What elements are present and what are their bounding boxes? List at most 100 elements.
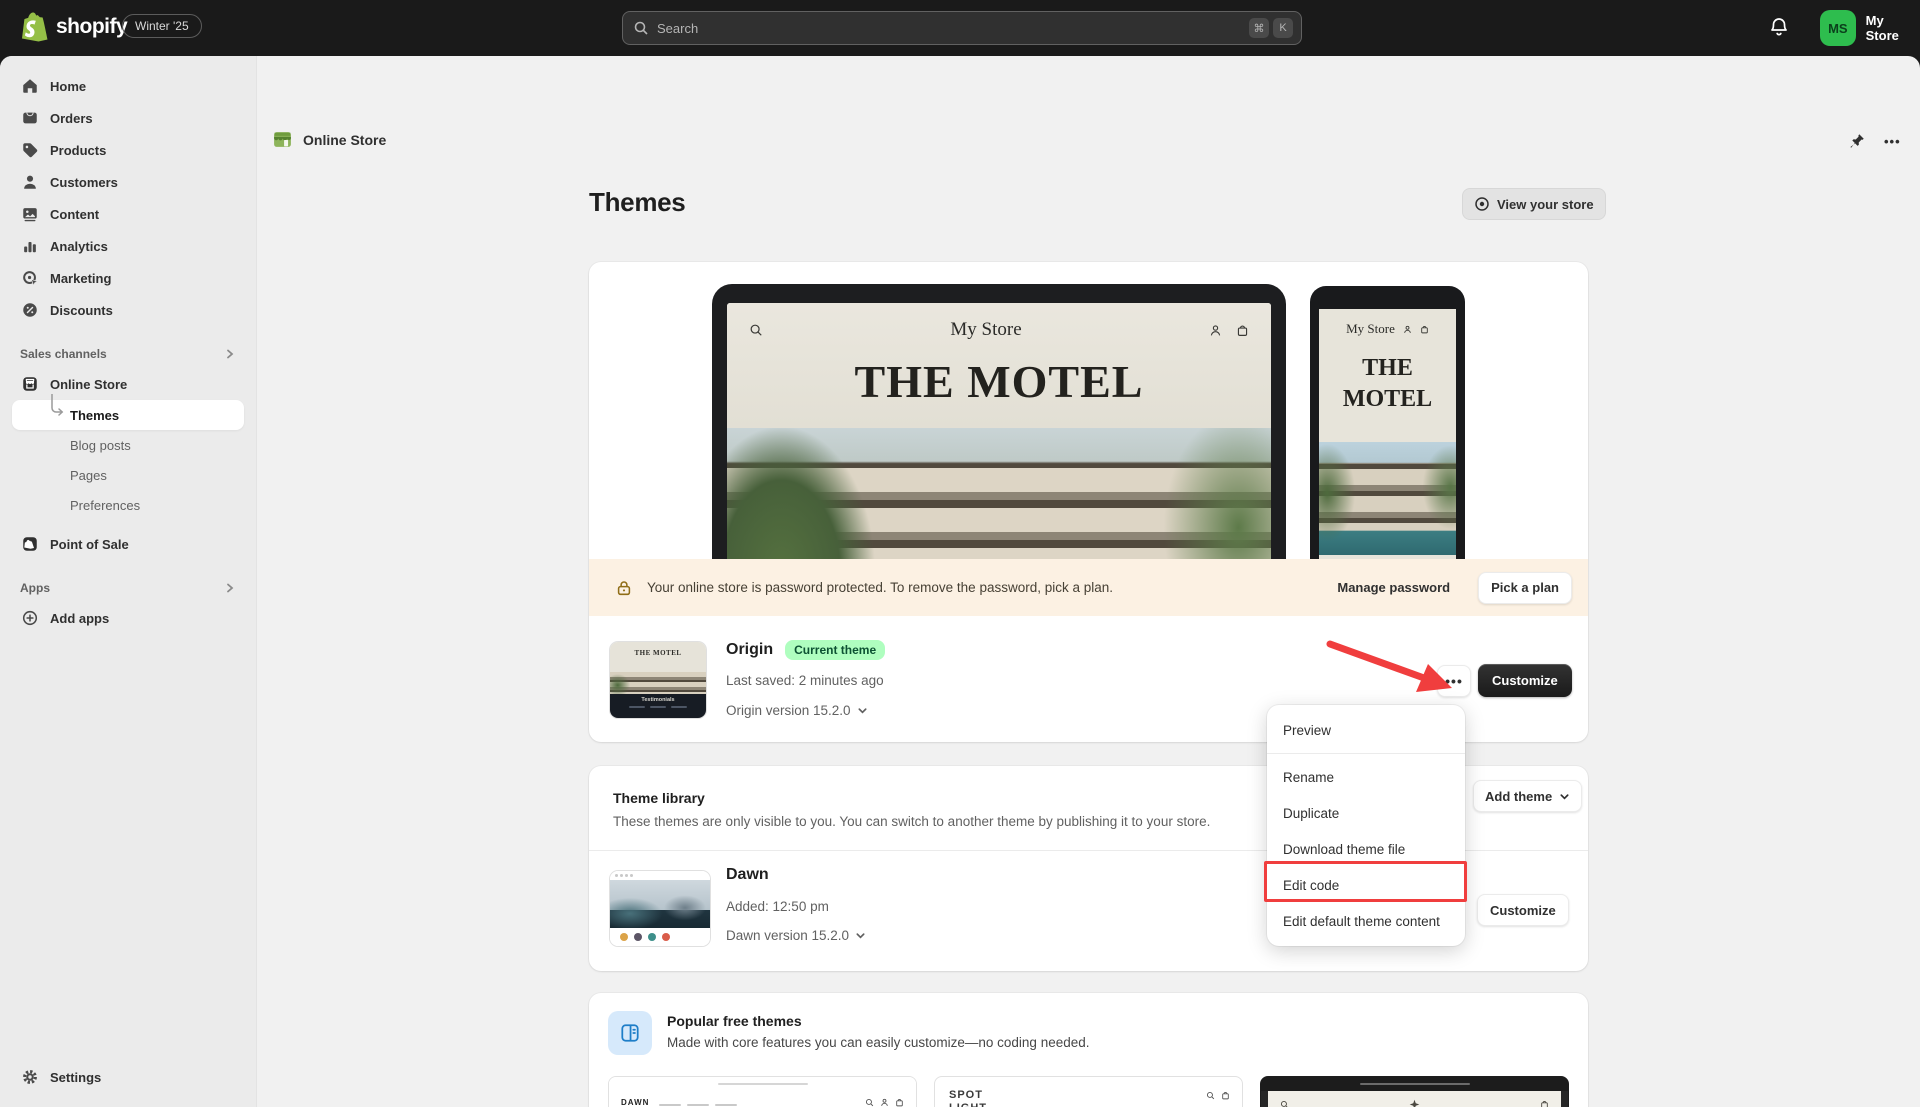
menu-item-edit-code[interactable]: Edit code	[1267, 867, 1465, 903]
sidebar-item-settings[interactable]: Settings	[12, 1061, 245, 1093]
main-region: Home Orders Products Customers Content A…	[0, 56, 1920, 1107]
apps-label: Apps	[20, 581, 50, 595]
craft-preview-screen: Sustainably crafted goods to elevate you…	[1268, 1091, 1561, 1107]
view-your-store-button[interactable]: View your store	[1462, 188, 1606, 220]
manage-password-link[interactable]: Manage password	[1337, 580, 1450, 595]
add-theme-button[interactable]: Add theme	[1473, 780, 1583, 812]
sidebar-item-marketing[interactable]: Marketing	[12, 262, 244, 294]
mobile-hero-title: THE MOTEL	[1342, 355, 1433, 413]
view-eye-icon	[1474, 196, 1490, 212]
kbd-cmd: ⌘	[1249, 18, 1269, 38]
origin-theme-name: Origin	[726, 641, 774, 658]
sidebar-item-label: Products	[50, 142, 107, 158]
sidebar-item-content[interactable]: Content	[12, 198, 244, 230]
tree-connector-icon	[48, 394, 68, 418]
preview-search-icon	[749, 323, 763, 337]
topbar: shopify Winter '25 ⌘ K MS My Store	[0, 0, 1920, 56]
pin-icon[interactable]	[1848, 132, 1866, 150]
popular-theme-craft[interactable]: Sustainably crafted goods to elevate you…	[1260, 1076, 1569, 1107]
popular-themes-title: Popular free themes	[667, 1013, 802, 1029]
account-menu[interactable]: MS My Store	[1820, 10, 1920, 46]
theme-preview-zone: My Store THE MOTEL My Store THE MOTEL	[589, 262, 1588, 559]
current-theme-badge: Current theme	[785, 640, 886, 660]
popular-theme-spotlight[interactable]: SPOT LIGHT C C C C	[934, 1076, 1243, 1107]
menu-item-rename[interactable]: Rename	[1267, 759, 1465, 795]
sidebar-item-label: Home	[50, 78, 87, 94]
sidebar-item-products[interactable]: Products	[12, 134, 244, 166]
release-badge[interactable]: Winter '25	[122, 14, 202, 38]
dawn-thumb-color-dots	[610, 928, 710, 946]
menu-item-duplicate[interactable]: Duplicate	[1267, 795, 1465, 831]
pick-a-plan-button[interactable]: Pick a plan	[1478, 571, 1572, 604]
chevron-right-icon	[224, 348, 236, 360]
origin-more-actions-button[interactable]: •••	[1437, 665, 1471, 697]
sidebar-item-customers[interactable]: Customers	[12, 166, 244, 198]
sidebar-item-label: Discounts	[50, 302, 113, 318]
sidebar-item-analytics[interactable]: Analytics	[12, 230, 244, 262]
origin-thumb-title: THE MOTEL	[634, 649, 682, 657]
apps-header[interactable]: Apps	[12, 574, 244, 602]
popular-theme-dawn[interactable]: DAWN	[608, 1076, 917, 1107]
sidebar-item-discounts[interactable]: Discounts	[12, 294, 244, 326]
sidebar-item-preferences[interactable]: Preferences	[12, 490, 244, 520]
settings-row: Settings	[12, 1061, 245, 1093]
menu-item-preview[interactable]: Preview	[1267, 712, 1465, 748]
tag-icon	[20, 140, 40, 160]
preview-account-icon	[1209, 324, 1222, 337]
orders-icon	[20, 108, 40, 128]
sidebar-item-themes[interactable]: Themes	[12, 394, 244, 430]
desktop-preview-frame[interactable]: My Store THE MOTEL	[712, 284, 1286, 559]
sidebar-item-label: Point of Sale	[50, 536, 129, 552]
sidebar-item-label: Analytics	[50, 238, 108, 254]
sidebar-item-label: Pages	[70, 467, 107, 483]
dawn-theme-thumbnail[interactable]	[610, 871, 710, 946]
origin-version-selector[interactable]: Origin version 15.2.0	[726, 703, 868, 718]
global-search[interactable]: ⌘ K	[622, 11, 1302, 45]
password-banner: Your online store is password protected.…	[589, 559, 1588, 616]
notifications-bell-icon[interactable]	[1768, 16, 1792, 40]
origin-customize-button[interactable]: Customize	[1478, 664, 1572, 697]
lock-icon	[615, 579, 633, 597]
menu-item-edit-default-theme-content[interactable]: Edit default theme content	[1267, 903, 1465, 939]
sidebar-item-blog-posts[interactable]: Blog posts	[12, 430, 244, 460]
sidebar-item-orders[interactable]: Orders	[12, 102, 244, 134]
person-icon	[20, 172, 40, 192]
origin-theme-thumbnail[interactable]: THE MOTEL Testimonials	[610, 642, 706, 718]
preview-hero-title: THE MOTEL	[854, 356, 1144, 407]
sidebar-item-label: Content	[50, 206, 100, 222]
sidebar-item-label: Themes	[70, 407, 120, 423]
sidebar-item-pages[interactable]: Pages	[12, 460, 244, 490]
menu-item-download-theme-file[interactable]: Download theme file	[1267, 831, 1465, 867]
sidebar-item-label: Add apps	[50, 610, 110, 626]
search-input[interactable]	[657, 20, 1245, 36]
dawn-customize-button[interactable]: Customize	[1477, 894, 1569, 926]
sidebar-item-add-apps[interactable]: Add apps	[12, 602, 244, 634]
store-name: My Store	[1865, 13, 1899, 43]
preview-store-name: My Store	[950, 319, 1022, 340]
origin-thumb-dark-section: Testimonials	[610, 694, 706, 718]
breadcrumb-label[interactable]: Online Store	[303, 132, 386, 148]
store-avatar: MS	[1820, 10, 1856, 46]
shopify-logo[interactable]: shopify	[20, 11, 128, 43]
shopify-wordmark: shopify	[56, 15, 128, 38]
current-theme-card: My Store THE MOTEL My Store THE MOTEL Yo…	[589, 262, 1588, 742]
dawn-version-selector[interactable]: Dawn version 15.2.0	[726, 928, 866, 943]
sidebar-item-home[interactable]: Home	[12, 70, 244, 102]
sidebar-item-label: Orders	[50, 110, 93, 126]
dawn-preview-brand: DAWN	[621, 1097, 650, 1107]
sales-channels-header[interactable]: Sales channels	[12, 340, 244, 368]
sidebar-item-point-of-sale[interactable]: Point of Sale	[12, 528, 244, 560]
gear-icon	[20, 1067, 40, 1087]
point-of-sale-icon	[20, 534, 40, 554]
kbd-k: K	[1273, 18, 1293, 38]
add-theme-label: Add theme	[1485, 788, 1553, 804]
preview-bag-icon	[1236, 324, 1249, 337]
themes-layout-icon	[608, 1011, 652, 1055]
home-icon	[20, 76, 40, 96]
sidebar-item-online-store[interactable]: Online Store	[12, 368, 244, 400]
page-more-button[interactable]: •••	[1884, 134, 1901, 149]
sidebar-item-label: Settings	[50, 1069, 102, 1085]
password-banner-message: Your online store is password protected.…	[647, 580, 1114, 595]
mobile-preview-frame[interactable]: My Store THE MOTEL What our customer say…	[1310, 286, 1465, 559]
preview-nav-icons	[865, 1098, 904, 1107]
